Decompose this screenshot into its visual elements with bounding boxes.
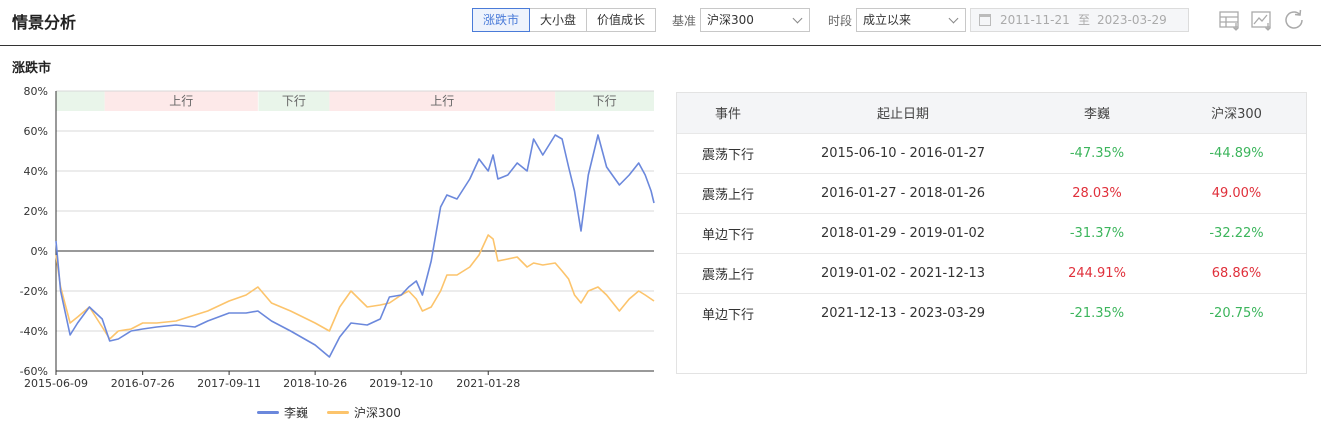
cell-event: 震荡上行 (701, 267, 754, 283)
table-row: 震荡上行 2019-01-02 - 2021-12-13 244.91% 68.86% (677, 253, 1306, 293)
cell-benchmark-return: -44.89% (1209, 145, 1264, 161)
legend-swatch (327, 411, 349, 414)
section-title: 涨跌市 (12, 61, 52, 76)
page-title: 情景分析 (12, 13, 77, 32)
col-date-range: 起止日期 (876, 107, 929, 123)
y-tick-label: 20% (24, 205, 48, 218)
legend-swatch (257, 411, 279, 414)
calendar-icon (979, 14, 991, 26)
table-row: 单边下行 2021-12-13 - 2023-03-29 -21.35% -20.75… (677, 293, 1306, 333)
cell-event: 震荡下行 (701, 147, 754, 163)
col-benchmark: 沪深300 (1211, 107, 1262, 123)
cell-benchmark-return: -20.75% (1209, 305, 1264, 321)
phase-band-label: 上行 (430, 94, 454, 108)
col-fund: 李巍 (1083, 107, 1110, 123)
cell-date-range: 2018-01-29 - 2019-01-02 (820, 225, 986, 241)
table-download-icon[interactable] (1217, 7, 1243, 33)
chart-svg: 上行 下行 上行 下行80%60%40%20%0%-20%-40%-60%2015-0… (20, 85, 655, 390)
x-tick-label: 2016-07-26 (111, 377, 175, 390)
y-tick-label: 80% (24, 85, 48, 98)
tab-rise-fall[interactable]: 涨跌市 (472, 8, 531, 32)
period-label: 时段 (828, 14, 853, 28)
scenario-table-panel: 事件 起止日期 李巍 沪深300 震荡下行 2015-06-10 - 2016-0… (676, 92, 1307, 374)
benchmark-select-value: 沪深300 (707, 13, 754, 27)
cell-fund-return: 28.03% (1072, 185, 1122, 201)
cell-benchmark-return: 68.86% (1211, 265, 1262, 281)
x-tick-label: 2019-12-10 (369, 377, 433, 390)
cell-benchmark-return: 49.00% (1211, 185, 1262, 201)
cell-fund-return: -47.35% (1069, 145, 1125, 161)
y-tick-label: -40% (20, 325, 48, 338)
cell-date-range: 2019-01-02 - 2021-12-13 (820, 265, 986, 281)
legend-item-benchmark[interactable]: 沪深300 (327, 404, 401, 421)
scenario-table: 事件 起止日期 李巍 沪深300 震荡下行 2015-06-10 - 2016-0… (677, 93, 1306, 333)
top-toolbar: 情景分析 涨跌市 大小盘 价值成长 基准 沪深300 时段 成立以来 2011-… (0, 0, 1321, 46)
cell-event: 单边下行 (701, 227, 754, 243)
period-select[interactable]: 成立以来 (856, 8, 966, 32)
y-tick-label: 0% (31, 245, 48, 258)
refresh-icon[interactable] (1281, 7, 1307, 33)
scenario-tab-group: 涨跌市 大小盘 价值成长 (472, 8, 657, 32)
phase-band-label: 下行 (593, 94, 617, 108)
x-tick-label: 2015-06-09 (24, 377, 88, 390)
date-range-picker[interactable]: 2011-11-21 至 2023-03-29 (970, 8, 1189, 32)
cell-fund-return: 244.91% (1068, 265, 1126, 281)
phase-band-label: 上行 (169, 94, 193, 108)
cell-fund-return: -21.35% (1069, 305, 1125, 321)
benchmark-label: 基准 (672, 14, 697, 28)
y-tick-label: 40% (24, 165, 48, 178)
cell-date-range: 2015-06-10 - 2016-01-27 (820, 145, 986, 161)
x-tick-label: 2021-01-28 (456, 377, 520, 390)
x-tick-label: 2018-10-26 (283, 377, 347, 390)
chevron-down-icon (948, 13, 959, 24)
chevron-down-icon (792, 13, 803, 24)
phase-band-label: 下行 (282, 94, 306, 108)
table-row: 震荡下行 2015-06-10 - 2016-01-27 -47.35% -44.89… (677, 133, 1306, 173)
date-end: 2023-03-29 (1097, 13, 1167, 27)
y-tick-label: -20% (20, 285, 48, 298)
benchmark-select[interactable]: 沪深300 (700, 8, 810, 32)
legend-item-fund[interactable]: 李巍 (257, 404, 308, 421)
date-range-separator: 至 (1078, 13, 1091, 27)
cell-event: 震荡上行 (701, 187, 754, 203)
table-row: 单边下行 2018-01-29 - 2019-01-02 -31.37% -32.22… (677, 213, 1306, 253)
date-start: 2011-11-21 (1000, 13, 1070, 27)
y-tick-label: 60% (24, 125, 48, 138)
cell-date-range: 2021-12-13 - 2023-03-29 (820, 305, 986, 321)
legend-label: 李巍 (284, 406, 309, 420)
cell-fund-return: -31.37% (1069, 225, 1125, 241)
rise-fall-line-chart: 上行 下行 上行 下行 80% 60% 40% 20% 0% -20% -40% -60% 2015-0… (0, 80, 660, 427)
cell-benchmark-return: -32.22% (1209, 225, 1264, 241)
chart-download-icon[interactable] (1249, 7, 1275, 33)
cell-event: 单边下行 (701, 307, 754, 323)
table-header-row: 事件 起止日期 李巍 沪深300 (677, 93, 1306, 133)
tab-cap-size[interactable]: 大小盘 (529, 8, 588, 32)
x-tick-label: 2017-09-11 (197, 377, 261, 390)
tab-value-growth[interactable]: 价值成长 (586, 8, 657, 32)
table-row: 震荡上行 2016-01-27 - 2018-01-26 28.03% 49.00% (677, 173, 1306, 213)
col-event: 事件 (714, 107, 741, 123)
chart-legend: 李巍 沪深300 (0, 404, 660, 420)
phase-band (56, 91, 105, 111)
legend-label: 沪深300 (354, 406, 401, 420)
period-select-value: 成立以来 (863, 13, 912, 27)
cell-date-range: 2016-01-27 - 2018-01-26 (820, 185, 986, 201)
